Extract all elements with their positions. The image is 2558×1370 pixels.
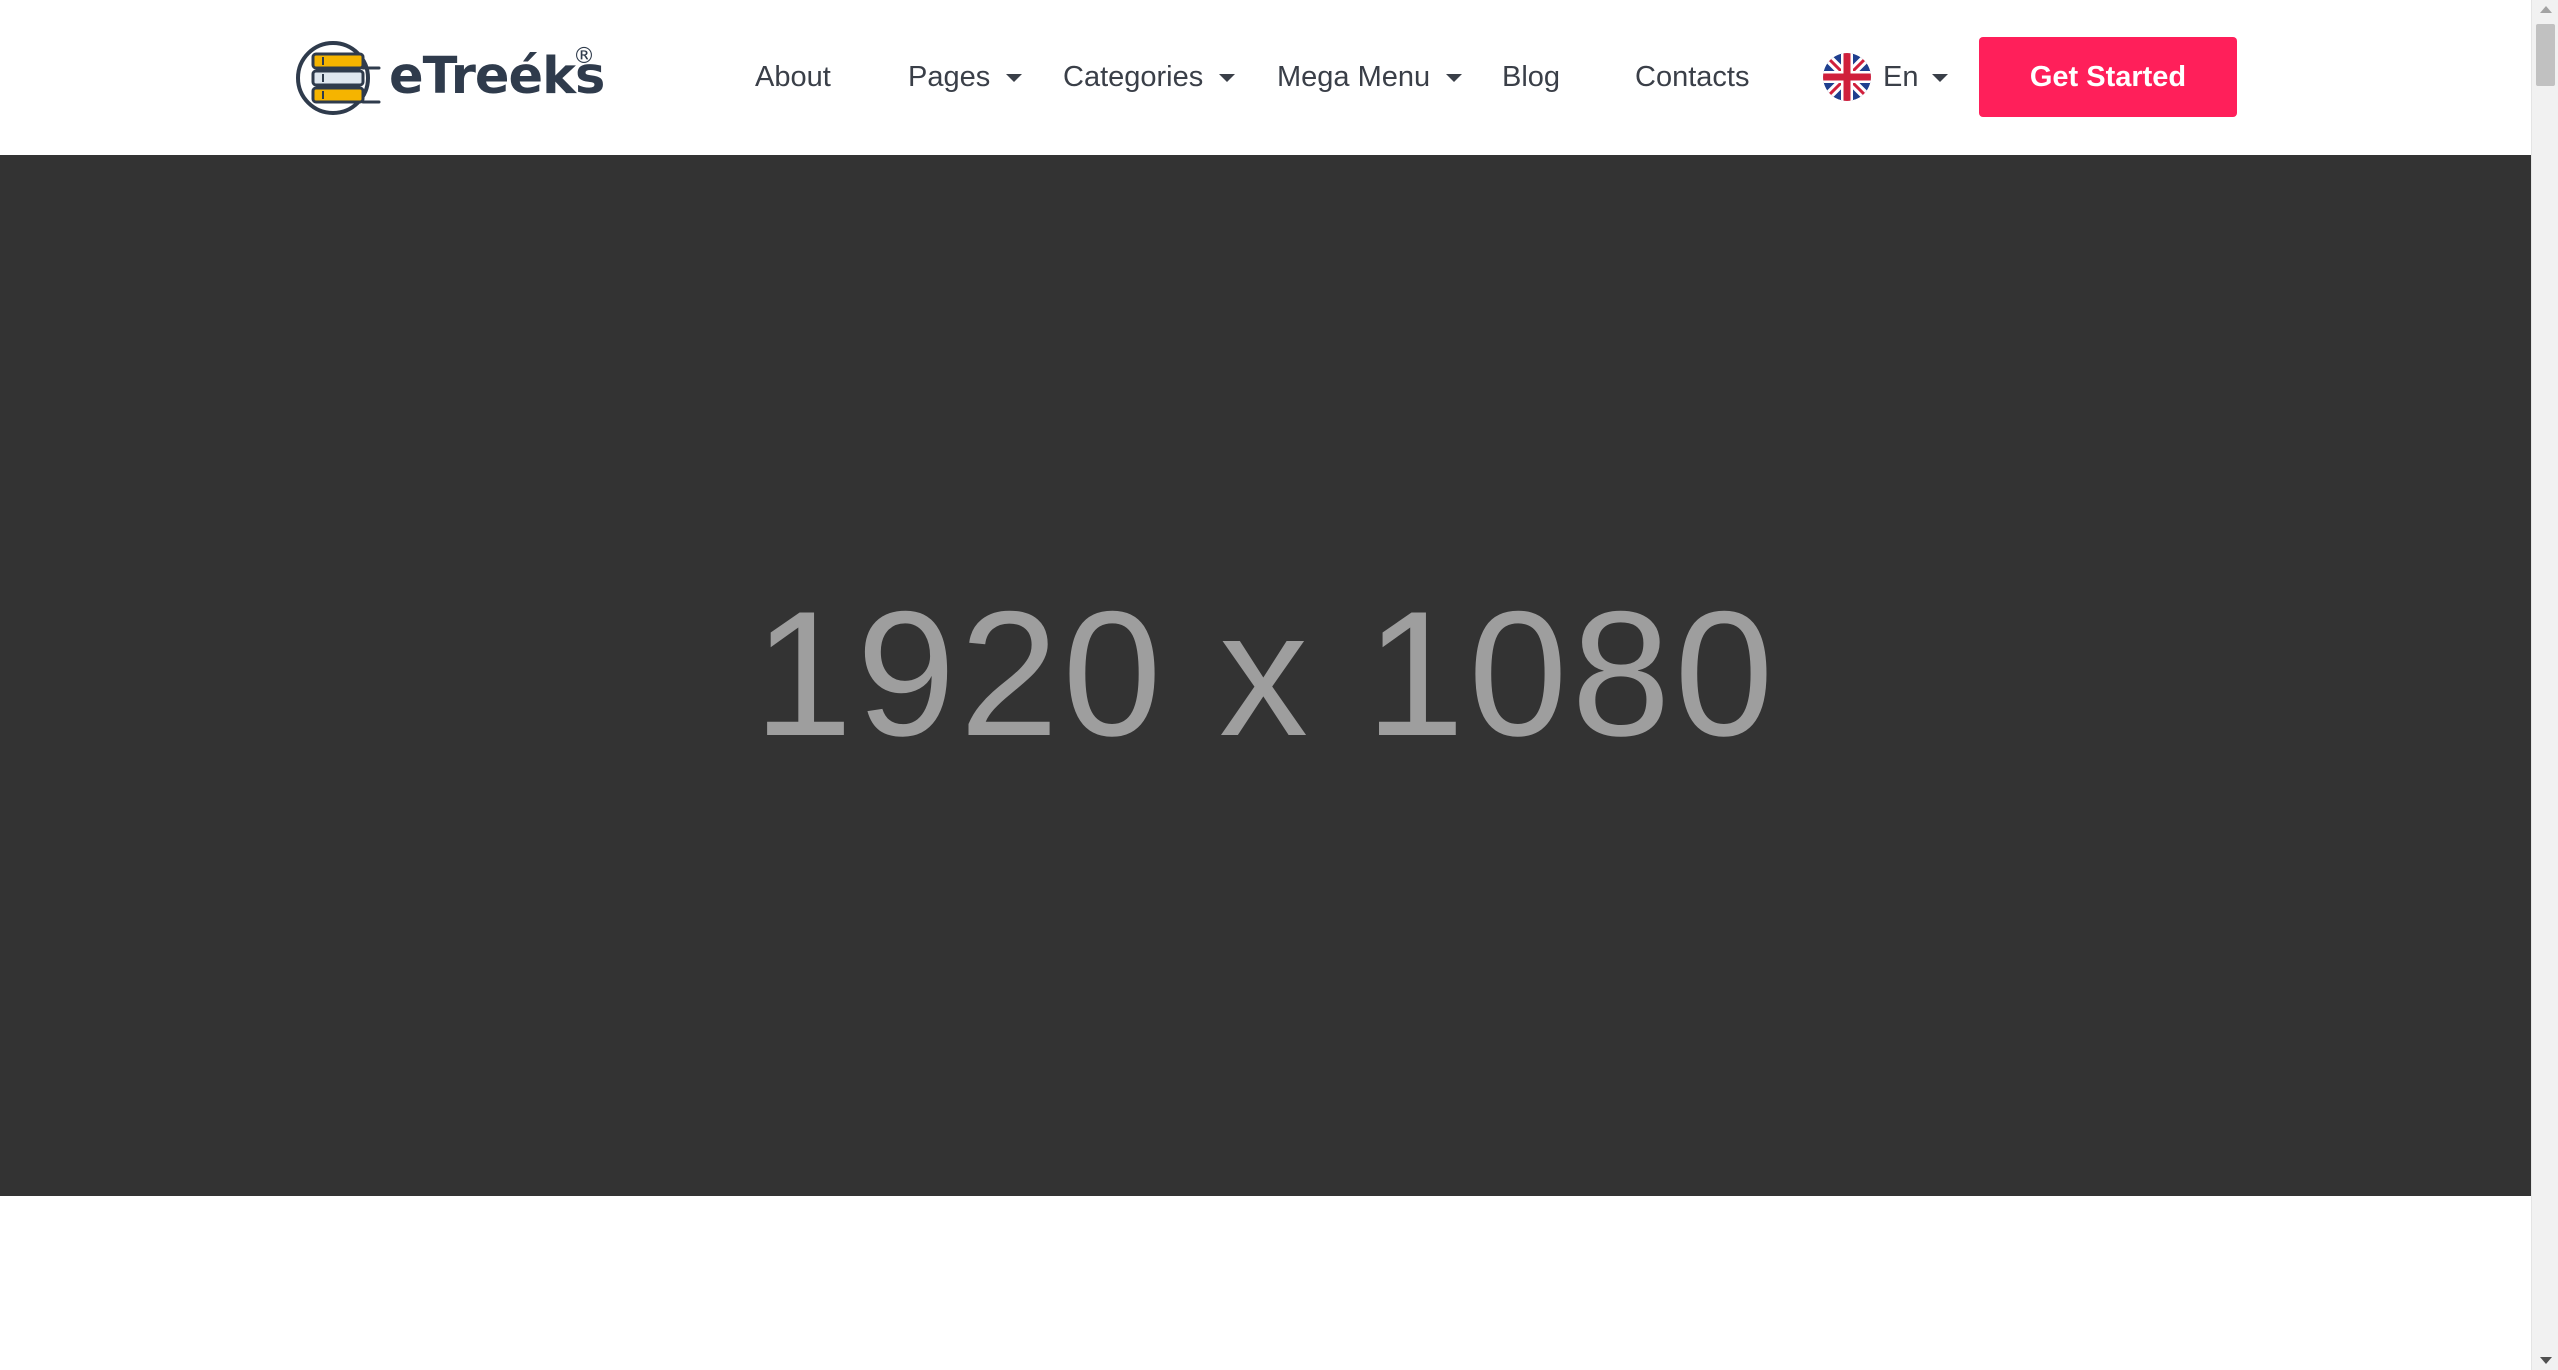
scrollbar-thumb[interactable] xyxy=(2536,24,2555,86)
caret-down-icon xyxy=(1932,74,1949,82)
hero-placeholder-text: 1920 x 1080 xyxy=(753,574,1778,773)
caret-down-icon xyxy=(1219,74,1236,82)
nav-item-label: About xyxy=(755,60,831,93)
get-started-button[interactable]: Get Started xyxy=(1979,37,2237,117)
nav-item-label: Contacts xyxy=(1635,60,1750,93)
nav-item-label: Blog xyxy=(1502,60,1561,93)
nav-item-about[interactable]: About xyxy=(755,52,831,102)
nav-item-label: Pages xyxy=(908,60,991,93)
nav-item-contacts[interactable]: Contacts xyxy=(1635,52,1749,102)
language-label: En xyxy=(1883,60,1919,93)
caret-down-icon xyxy=(1006,74,1023,82)
nav-item-pages[interactable]: Pages xyxy=(908,52,1023,102)
uk-flag-icon xyxy=(1823,53,1871,101)
nav-item-label: Categories xyxy=(1063,60,1204,93)
page: eTreéks ® About Pages Categories Mega Me… xyxy=(0,0,2531,1370)
site-header: eTreéks ® About Pages Categories Mega Me… xyxy=(0,0,2531,155)
language-selector[interactable]: En xyxy=(1823,52,1949,102)
nav-item-label: Mega Menu xyxy=(1277,60,1431,93)
nav-item-blog[interactable]: Blog xyxy=(1502,52,1560,102)
brand-logo[interactable]: eTreéks xyxy=(293,38,605,118)
vertical-scrollbar[interactable] xyxy=(2531,0,2558,1370)
scroll-down-arrow-icon[interactable] xyxy=(2540,1357,2552,1364)
scroll-up-arrow-icon[interactable] xyxy=(2540,6,2552,13)
registered-mark: ® xyxy=(573,44,595,69)
nav-item-mega-menu[interactable]: Mega Menu xyxy=(1277,52,1463,102)
hero-image-placeholder: 1920 x 1080 xyxy=(0,155,2531,1196)
caret-down-icon xyxy=(1446,74,1463,82)
nav-item-categories[interactable]: Categories xyxy=(1063,52,1236,102)
books-logo-icon xyxy=(296,41,381,115)
